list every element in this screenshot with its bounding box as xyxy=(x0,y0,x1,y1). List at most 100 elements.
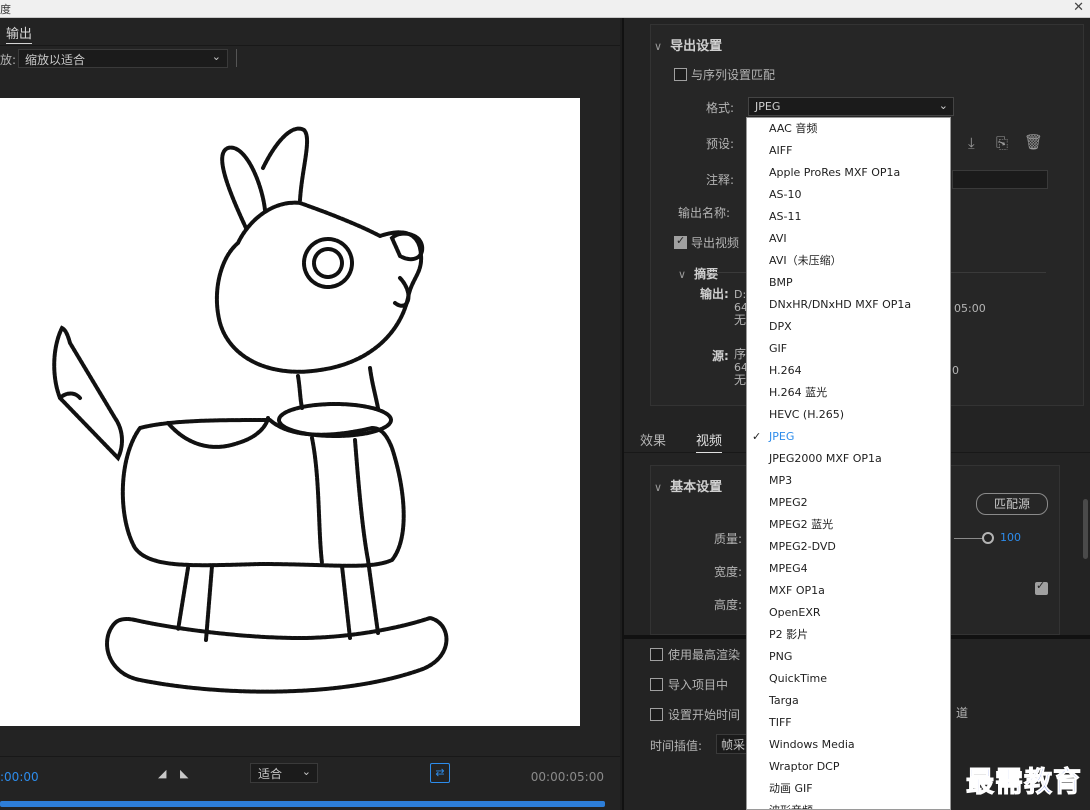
format-option[interactable]: HEVC (H.265) xyxy=(747,404,950,426)
format-option-label: Apple ProRes MXF OP1a xyxy=(769,166,901,179)
tab-video[interactable]: 视频 xyxy=(696,430,723,453)
source-scaling-select[interactable]: 缩放以适合 ⌄ xyxy=(18,49,228,68)
format-option[interactable]: Targa xyxy=(747,690,950,712)
tab-effects[interactable]: 效果 xyxy=(640,430,666,449)
timeline-scrubber[interactable] xyxy=(0,801,605,807)
in-timecode[interactable]: :00:00 xyxy=(0,770,39,784)
format-option[interactable]: 波形音频 xyxy=(747,800,950,809)
set-start-time-checkbox[interactable] xyxy=(650,708,663,721)
settings-scrollbar[interactable] xyxy=(1082,463,1089,603)
save-preset-icon[interactable]: ⤓ xyxy=(968,134,975,152)
format-option[interactable]: DPX xyxy=(747,316,950,338)
format-option[interactable]: DNxHR/DNxHD MXF OP1a xyxy=(747,294,950,316)
import-into-project-checkbox[interactable] xyxy=(650,678,663,691)
format-option[interactable]: OpenEXR xyxy=(747,602,950,624)
format-option[interactable]: MP3 xyxy=(747,470,950,492)
time-interp-value: 帧采 xyxy=(721,738,746,752)
channel-label-fragment: 道 xyxy=(956,706,969,720)
zoom-fit-select[interactable]: 适合 ⌄ xyxy=(250,763,318,783)
format-option[interactable]: P2 影片 xyxy=(747,624,950,646)
format-option[interactable]: QuickTime xyxy=(747,668,950,690)
format-option[interactable]: H.264 xyxy=(747,360,950,382)
source-scaling-value: 缩放以适合 xyxy=(25,53,86,67)
format-option[interactable]: MPEG2 蓝光 xyxy=(747,514,950,536)
basic-settings-header[interactable]: ∨ 基本设置 xyxy=(654,476,722,495)
match-sequence-label: 与序列设置匹配 xyxy=(691,68,776,82)
height-label: 高度: xyxy=(714,598,743,612)
checkmark-icon: ✓ xyxy=(752,430,762,443)
format-option[interactable]: AVI xyxy=(747,228,950,250)
mark-in-icon[interactable]: ◢ xyxy=(158,767,166,780)
match-sequence-checkbox[interactable] xyxy=(674,68,687,81)
zoom-fit-value: 适合 xyxy=(258,767,283,781)
format-option-label: P2 影片 xyxy=(769,628,809,641)
format-option-label: GIF xyxy=(769,342,788,355)
import-preset-icon[interactable]: ⎘ xyxy=(996,134,1008,152)
format-option-label: AAC 音频 xyxy=(769,122,818,135)
preview-transport: :00:00 ◢ ◣ 适合 ⌄ ⇄ 00:00:05:00 xyxy=(0,756,620,810)
format-option-label: MP3 xyxy=(769,474,793,487)
summary-source-time: 0 xyxy=(952,364,959,377)
format-option-label: MPEG2 xyxy=(769,496,808,509)
format-option[interactable]: AAC 音频 xyxy=(747,118,950,140)
match-source-button[interactable]: 匹配源 xyxy=(976,493,1048,515)
mark-out-icon[interactable]: ◣ xyxy=(180,767,188,780)
format-option-label: Targa xyxy=(769,694,799,707)
quality-slider-knob[interactable] xyxy=(982,532,994,544)
summary-header[interactable]: ∨ 摘要 xyxy=(678,265,718,282)
format-option[interactable]: PNG xyxy=(747,646,950,668)
preset-label: 预设: xyxy=(706,137,735,151)
basic-settings-title: 基本设置 xyxy=(670,480,723,495)
format-value: JPEG xyxy=(755,100,781,113)
format-option[interactable]: JPEG2000 MXF OP1a xyxy=(747,448,950,470)
format-option[interactable]: MPEG2 xyxy=(747,492,950,514)
source-scaling-label: 放: xyxy=(0,53,17,67)
window-titlebar: 度 ✕ xyxy=(0,0,1090,18)
format-label: 格式: xyxy=(706,101,735,115)
scrollbar-thumb[interactable] xyxy=(1083,499,1088,559)
export-settings-title: 导出设置 xyxy=(670,39,723,54)
format-option[interactable]: H.264 蓝光 xyxy=(747,382,950,404)
format-option[interactable]: TIFF xyxy=(747,712,950,734)
quality-slider-track[interactable] xyxy=(954,538,984,539)
comments-field[interactable] xyxy=(952,170,1048,189)
use-max-render-checkbox[interactable] xyxy=(650,648,663,661)
format-option[interactable]: 动画 GIF xyxy=(747,778,950,800)
format-option[interactable]: AIFF xyxy=(747,140,950,162)
format-option[interactable]: MXF OP1a xyxy=(747,580,950,602)
format-option[interactable]: Apple ProRes MXF OP1a xyxy=(747,162,950,184)
format-option[interactable]: MPEG4 xyxy=(747,558,950,580)
preview-panel: 输出 放: 缩放以适合 ⌄:00:00 ◢ ◣ 适合 ⌄ ⇄ 00:00:05… xyxy=(0,18,620,810)
format-option-label: DPX xyxy=(769,320,792,333)
format-option[interactable]: MPEG2-DVD xyxy=(747,536,950,558)
format-option[interactable]: AVI（未压缩） xyxy=(747,250,950,272)
format-option-label: Wraptor DCP xyxy=(769,760,840,773)
export-settings-header[interactable]: ∨ 导出设置 xyxy=(654,35,722,54)
chevron-down-icon: ⌄ xyxy=(301,765,311,778)
format-option-label: MPEG2 蓝光 xyxy=(769,518,834,531)
summary-output-time: 05:00 xyxy=(954,302,986,315)
format-option[interactable]: Windows Media xyxy=(747,734,950,756)
tab-output[interactable]: 输出 xyxy=(6,23,33,44)
format-option-label: MXF OP1a xyxy=(769,584,825,597)
trash-icon[interactable]: 🗑 xyxy=(1024,133,1043,151)
format-option[interactable]: ✓ JPEG xyxy=(747,426,950,448)
format-option-label: AVI（未压缩） xyxy=(769,254,842,267)
format-option-label: H.264 xyxy=(769,364,802,377)
aspect-lock-checkbox[interactable] xyxy=(1035,579,1048,595)
format-option[interactable]: GIF xyxy=(747,338,950,360)
format-option[interactable]: Wraptor DCP xyxy=(747,756,950,778)
loop-icon[interactable]: ⇄ xyxy=(430,763,450,783)
format-option[interactable]: BMP xyxy=(747,272,950,294)
summary-title: 摘要 xyxy=(694,267,719,281)
format-option-label: MPEG2-DVD xyxy=(769,540,836,553)
quality-value[interactable]: 100 xyxy=(1000,531,1021,544)
format-select[interactable]: JPEG ⌄ xyxy=(748,97,954,116)
export-video-checkbox[interactable] xyxy=(674,234,687,249)
format-option[interactable]: AS-10 xyxy=(747,184,950,206)
export-video-label: 导出视频 xyxy=(691,236,740,250)
quality-label: 质量: xyxy=(714,532,743,546)
format-dropdown-menu: AAC 音频 AIFF Apple ProRes MXF OP1a AS-10 AS-1… xyxy=(746,117,951,810)
format-option[interactable]: AS-11 xyxy=(747,206,950,228)
close-icon[interactable]: ✕ xyxy=(1073,0,1084,15)
